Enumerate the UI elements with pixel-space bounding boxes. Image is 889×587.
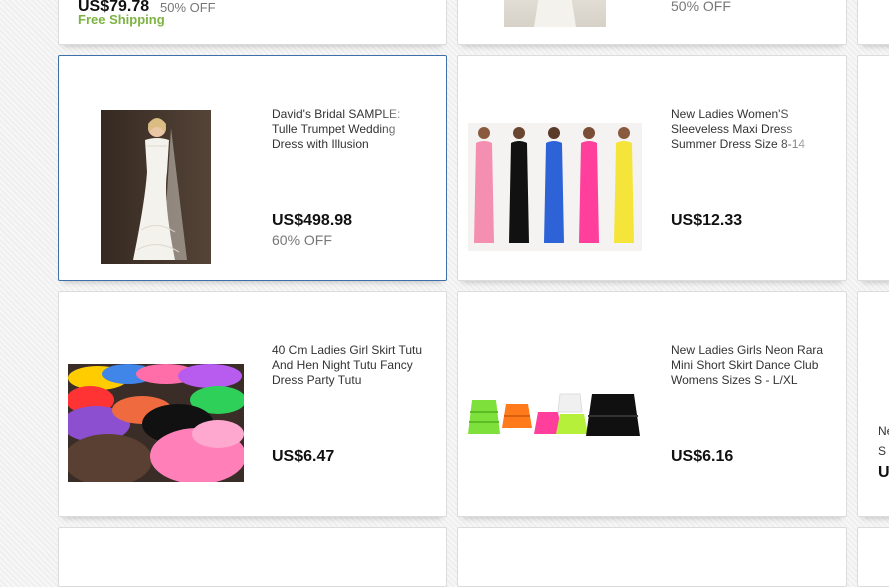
product-card[interactable] bbox=[58, 527, 447, 587]
product-card[interactable]: New Ladies Women'S Sleeveless Maxi Dress… bbox=[457, 55, 847, 281]
product-title-fragment: Ne bbox=[878, 424, 889, 438]
product-card[interactable] bbox=[857, 55, 889, 281]
product-image[interactable] bbox=[468, 123, 642, 251]
product-card[interactable]: Ne S U bbox=[857, 291, 889, 517]
product-card[interactable] bbox=[457, 527, 847, 587]
product-image[interactable] bbox=[468, 390, 642, 444]
product-card[interactable]: New Ladies Girls Neon Rara Mini Short Sk… bbox=[457, 291, 847, 517]
product-price: US$6.16 bbox=[671, 448, 734, 465]
product-discount: 60% OFF bbox=[272, 232, 332, 248]
product-card[interactable]: 50% OFF bbox=[457, 0, 847, 45]
product-discount: 50% OFF bbox=[671, 0, 731, 14]
product-card[interactable]: US$79.78 50% OFF Free Shipping bbox=[58, 0, 447, 45]
product-price: US$6.47 bbox=[272, 448, 335, 465]
product-card[interactable]: 40 Cm Ladies Girl Skirt Tutu And Hen Nig… bbox=[58, 291, 447, 517]
product-price-fragment: U bbox=[878, 464, 889, 481]
title-fade bbox=[379, 104, 423, 152]
product-title[interactable]: New Ladies Girls Neon Rara Mini Short Sk… bbox=[671, 343, 827, 388]
product-image[interactable] bbox=[101, 110, 211, 264]
product-price: US$12.33 bbox=[671, 212, 743, 229]
title-fade bbox=[778, 104, 822, 152]
product-title[interactable]: 40 Cm Ladies Girl Skirt Tutu And Hen Nig… bbox=[272, 343, 432, 388]
product-card[interactable] bbox=[857, 527, 889, 587]
product-discount: 50% OFF bbox=[160, 0, 216, 15]
product-image[interactable] bbox=[68, 364, 244, 482]
product-title-fragment: S bbox=[878, 444, 887, 458]
product-price: US$498.98 bbox=[272, 212, 353, 229]
product-image[interactable] bbox=[504, 0, 606, 27]
product-card[interactable] bbox=[857, 0, 889, 45]
free-shipping-label: Free Shipping bbox=[78, 12, 165, 27]
product-card-selected[interactable]: David's Bridal SAMPLE: Tulle Trumpet Wed… bbox=[58, 55, 447, 281]
